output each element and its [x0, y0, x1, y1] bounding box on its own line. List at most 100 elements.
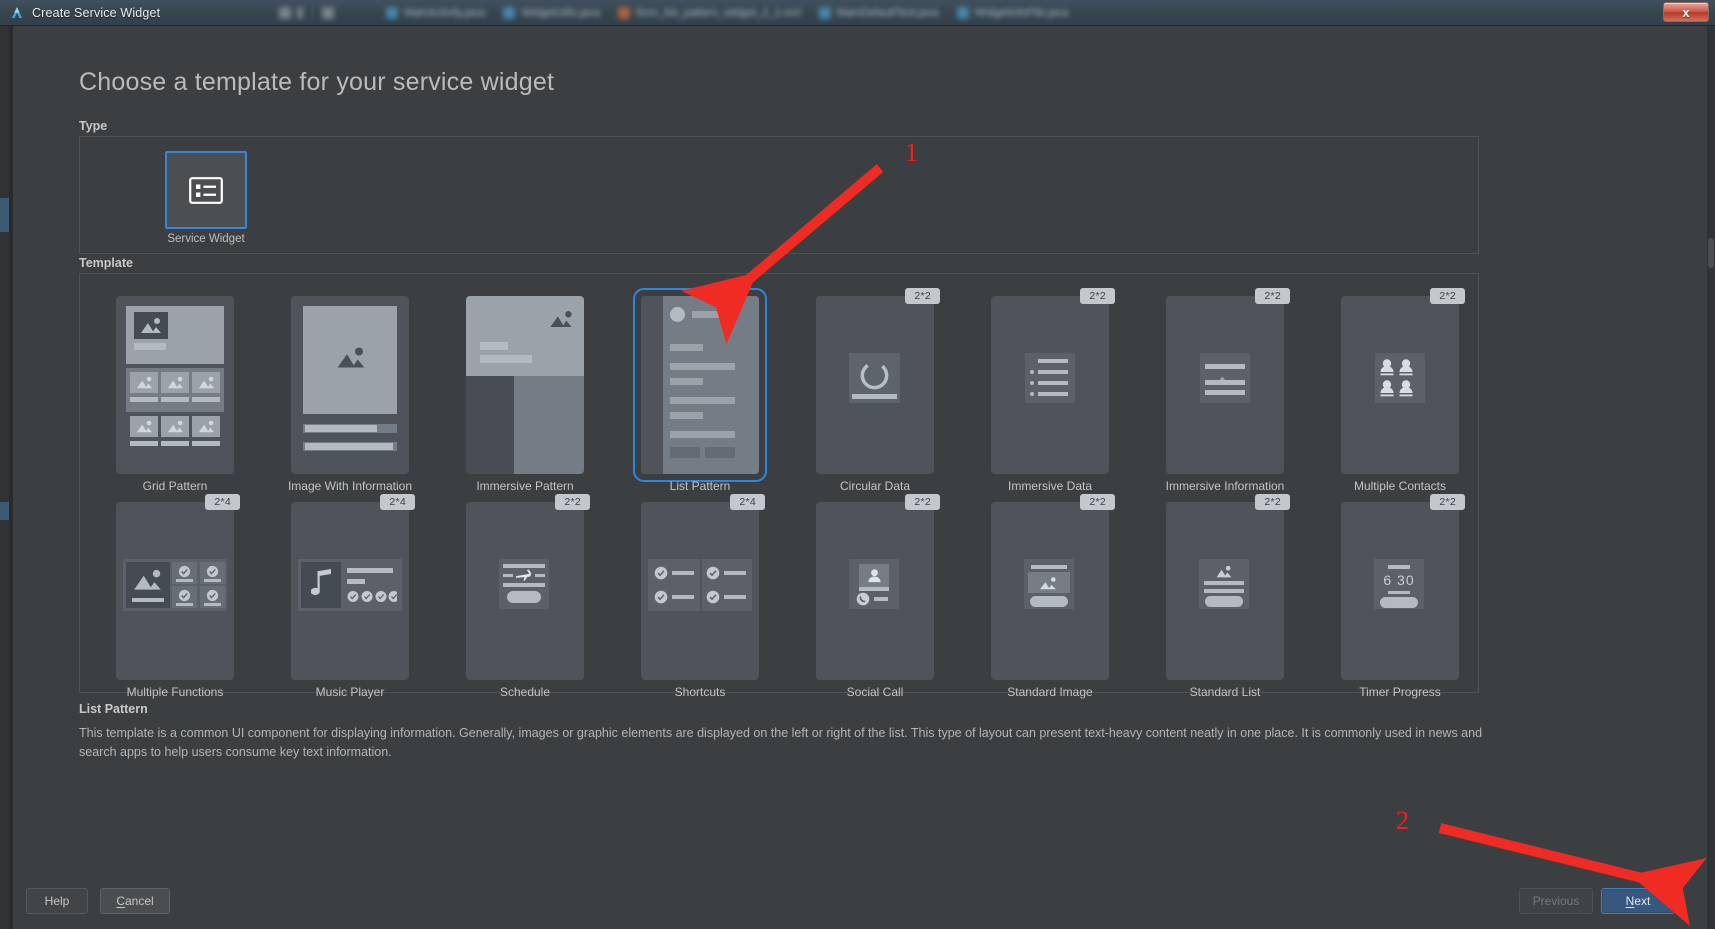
- ide-right-scrollbar[interactable]: [1707, 26, 1715, 929]
- tab-toolbar-icons[interactable]: [270, 2, 312, 24]
- editor-tab-label: MainActivity.java: [404, 6, 486, 19]
- editor-tab[interactable]: MainDefaultTest.java: [810, 2, 948, 24]
- template-label: Image With Information: [287, 479, 413, 493]
- image-icon: [198, 376, 215, 389]
- template-label: Standard Image: [1007, 685, 1093, 699]
- check-circle-icon: [206, 565, 219, 578]
- template-card-multiple-contacts[interactable]: 2*2: [1341, 288, 1465, 474]
- description-title: List Pattern: [79, 702, 148, 716]
- dialog-content: Choose a template for your service widge…: [13, 26, 1707, 929]
- image-icon: [141, 318, 161, 333]
- template-card-shortcuts[interactable]: 2*4: [641, 494, 765, 680]
- scrollbar-thumb[interactable]: [1708, 238, 1714, 268]
- template-label: Multiple Functions: [126, 685, 224, 699]
- cancel-button[interactable]: Cancel: [100, 888, 170, 914]
- editor-tabstrip[interactable]: MainActivity.java WidgetUtils.java form_…: [270, 2, 1715, 24]
- template-label: Social Call: [846, 685, 904, 699]
- previous-button[interactable]: Previous: [1519, 888, 1593, 914]
- check-circle-icon: [706, 590, 720, 604]
- template-card-circular-data[interactable]: 2*2: [816, 288, 940, 474]
- template-card-standard-list[interactable]: 2*2: [1166, 494, 1290, 680]
- devtools-logo-icon: [9, 5, 25, 21]
- help-button[interactable]: Help: [26, 888, 88, 914]
- template-card-immersive-data[interactable]: 2*2: [991, 288, 1115, 474]
- image-icon: [550, 311, 572, 327]
- airplane-icon: [515, 569, 532, 581]
- java-file-icon: [386, 6, 399, 19]
- template-label: Immersive Information: [1165, 479, 1285, 493]
- template-label: Standard List: [1189, 685, 1261, 699]
- size-badge: 2*2: [1430, 288, 1465, 304]
- create-service-widget-window: Create Service Widget MainActivity.java …: [0, 0, 1715, 929]
- image-icon: [167, 420, 184, 433]
- contacts-icon: [1380, 359, 1413, 397]
- check-circle-icon: [654, 590, 668, 604]
- check-circle-icon: [178, 589, 191, 602]
- toolbar-icon: [279, 6, 292, 19]
- type-section-label: Type: [79, 119, 108, 133]
- type-card-service-widget[interactable]: [165, 151, 247, 229]
- size-badge: 2*4: [205, 494, 240, 510]
- tab-toolbar-icons-2[interactable]: [313, 2, 377, 24]
- image-icon: [198, 420, 215, 433]
- template-label: Immersive Pattern: [476, 479, 574, 493]
- template-label: Grid Pattern: [142, 479, 208, 493]
- image-icon: [167, 376, 184, 389]
- type-card-label: Service Widget: [167, 233, 245, 245]
- toolbar-icon: [322, 6, 335, 19]
- editor-tab-label: form_list_pattern_widget_2_2.xml: [636, 6, 801, 19]
- java-file-icon: [956, 6, 969, 19]
- window-titlebar: Create Service Widget MainActivity.java …: [0, 0, 1715, 26]
- size-badge: 2*2: [1255, 288, 1290, 304]
- timer-value: 6 30: [1383, 572, 1415, 588]
- check-circle-icon: [706, 566, 720, 580]
- editor-tab[interactable]: WidgetUtils.java: [494, 2, 609, 24]
- size-badge: 2*4: [730, 494, 765, 510]
- template-card-multiple-functions[interactable]: 2*4: [116, 494, 240, 680]
- size-badge: 2*2: [1430, 494, 1465, 510]
- editor-tab[interactable]: MainActivity.java: [377, 2, 494, 24]
- close-button[interactable]: x: [1663, 2, 1709, 22]
- template-card-immersive-information[interactable]: 2*2: [1166, 288, 1290, 474]
- type-panel: Service Widget: [79, 136, 1479, 254]
- template-card-list-pattern[interactable]: [633, 288, 767, 482]
- template-card-image-with-information[interactable]: [291, 296, 409, 474]
- circular-progress-icon: [860, 361, 889, 390]
- image-icon: [136, 376, 153, 389]
- java-file-icon: [818, 6, 831, 19]
- next-button[interactable]: Next: [1601, 888, 1675, 914]
- size-badge: 2*2: [1255, 494, 1290, 510]
- description-text: This template is a common UI component f…: [79, 726, 1483, 760]
- check-circle-icon: [178, 565, 191, 578]
- template-label: Shortcuts: [674, 685, 726, 699]
- template-label: Timer Progress: [1359, 685, 1441, 699]
- page-title: Choose a template for your service widge…: [79, 68, 555, 96]
- next-button-label: Next: [1625, 894, 1651, 908]
- avatar: [670, 307, 685, 322]
- xml-file-icon: [618, 6, 631, 19]
- image-icon: [134, 569, 161, 590]
- editor-tab-label: WidgetInfoFile.java: [974, 6, 1069, 19]
- template-label: Immersive Data: [1007, 479, 1093, 493]
- help-button-label: Help: [44, 894, 70, 908]
- check-circle-icon: [206, 589, 219, 602]
- window-title: Create Service Widget: [32, 5, 161, 20]
- template-panel[interactable]: Grid Pattern Image With Information Imme…: [79, 273, 1479, 699]
- template-card-timer-progress[interactable]: 2*2 6 30: [1341, 494, 1465, 680]
- template-label: List Pattern: [669, 479, 731, 493]
- editor-tab[interactable]: form_list_pattern_widget_2_2.xml: [609, 2, 809, 24]
- template-card-music-player[interactable]: 2*4: [291, 494, 415, 680]
- template-card-schedule[interactable]: 2*2: [466, 494, 590, 680]
- cancel-button-label: Cancel: [116, 894, 154, 908]
- annotation-number-1: 1: [905, 138, 918, 167]
- editor-tab-label: MainDefaultTest.java: [836, 6, 939, 19]
- music-controls-icon: [347, 591, 397, 602]
- phone-icon: [856, 592, 870, 606]
- size-badge: 2*2: [905, 288, 940, 304]
- template-card-grid-pattern[interactable]: [116, 296, 234, 474]
- template-card-social-call[interactable]: 2*2: [816, 494, 940, 680]
- editor-tab[interactable]: WidgetInfoFile.java: [948, 2, 1078, 24]
- template-card-immersive-pattern[interactable]: [466, 296, 584, 474]
- template-label: Multiple Contacts: [1353, 479, 1447, 493]
- template-card-standard-image[interactable]: 2*2: [991, 494, 1115, 680]
